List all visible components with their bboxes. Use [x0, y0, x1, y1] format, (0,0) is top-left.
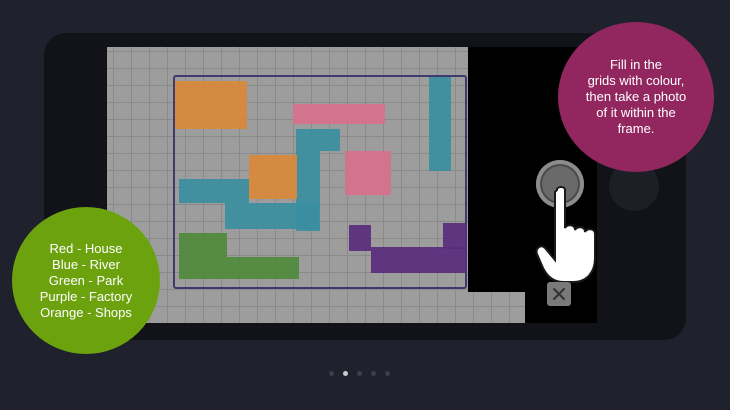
tap-hand-icon [535, 186, 596, 283]
legend-line: Orange - Shops [40, 304, 132, 320]
purple-block [349, 225, 371, 251]
orange-block [249, 155, 297, 199]
red-block [293, 104, 385, 124]
red-block [345, 151, 391, 195]
close-icon [553, 288, 565, 300]
purple-block [371, 247, 467, 273]
pagination-dot[interactable] [357, 371, 362, 376]
pagination-dot[interactable] [371, 371, 376, 376]
pagination-dot[interactable] [329, 371, 334, 376]
pagination-dots [329, 371, 390, 376]
blue-block [225, 203, 319, 229]
blue-block [179, 179, 249, 203]
instruction-line: Fill in the [609, 57, 663, 72]
instruction-line: grids with colour, [587, 73, 685, 88]
legend-line: Green - Park [48, 272, 124, 288]
close-button[interactable] [547, 282, 571, 306]
pagination-dot[interactable] [385, 371, 390, 376]
colour-legend-bubble: Red - House Blue - River Green - Park Pu… [12, 207, 160, 354]
orange-block [175, 81, 247, 129]
purple-block [443, 223, 467, 249]
blue-block [429, 77, 451, 171]
legend-line: Purple - Factory [39, 288, 133, 304]
instruction-bubble: Fill in the grids with colour, then take… [558, 22, 714, 172]
blue-block [296, 129, 340, 151]
instruction-line: frame. [617, 121, 655, 136]
legend-line: Blue - River [52, 256, 120, 272]
green-block [179, 233, 227, 279]
viewfinder-side-panel [468, 47, 525, 292]
camera-viewfinder [107, 47, 525, 323]
instruction-line: then take a photo [585, 89, 687, 104]
legend-line: Red - House [49, 240, 123, 256]
green-block [227, 257, 299, 279]
instruction-line: of it within the [596, 105, 676, 120]
pagination-dot-active[interactable] [343, 371, 348, 376]
